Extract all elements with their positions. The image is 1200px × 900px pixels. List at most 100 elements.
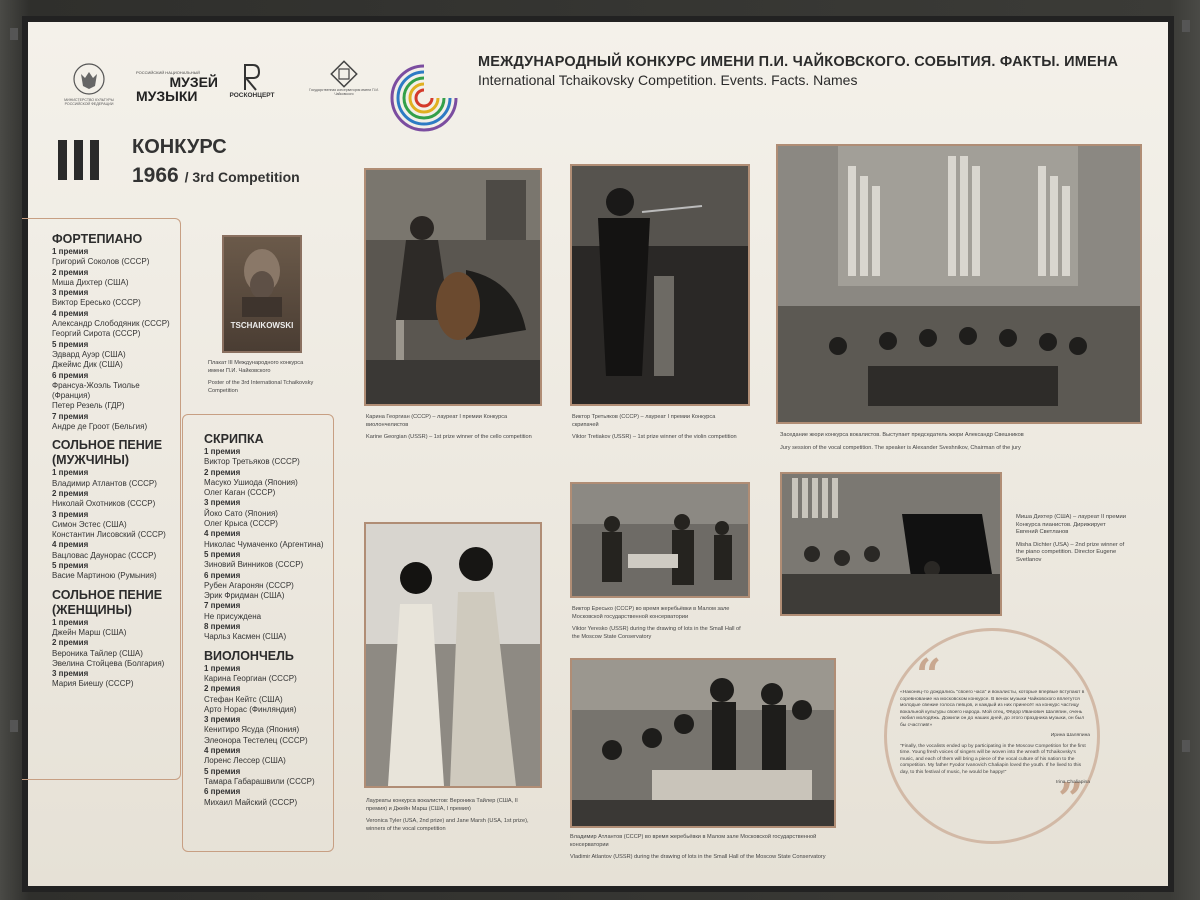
winner-name: Карина Георгиан (СССР) xyxy=(204,673,297,683)
winner-name: Николас Чумаченко (Аргентина) xyxy=(204,539,324,549)
prize-label: 6 премия xyxy=(52,370,89,380)
museum-logo: РОССИЙСКИЙ НАЦИОНАЛЬНЫЙ МУЗЕЙ МУЗЫКИ xyxy=(136,70,218,103)
winner-name: Не присуждена xyxy=(204,611,262,621)
competition-label-en: / 3rd Competition xyxy=(184,169,300,185)
frame-clip xyxy=(10,720,18,732)
winner-name: Григорий Соколов (СССР) xyxy=(52,257,150,267)
prize-label: 1 премия xyxy=(204,447,241,456)
caption-atlantov-ru: Владимир Атлантов (СССР) во время жеребь… xyxy=(570,834,817,848)
quote-ru-author: Ирина Шаляпина xyxy=(1050,733,1090,738)
caption-violinist-ru: Виктор Третьяков (СССР) – лауреат I прем… xyxy=(572,414,716,428)
photo-yeresko xyxy=(570,482,750,598)
prize-label: 1 премия xyxy=(52,617,89,627)
caption-singers-en: Veronica Tyler (USA, 2nd prize) and Jane… xyxy=(366,818,529,832)
frame-clip xyxy=(1182,740,1190,752)
poster-caption-en: Poster of the 3rd International Tchaikov… xyxy=(208,380,314,394)
poster-caption-ru: Плакат III Международного конкурса имени… xyxy=(208,360,304,374)
winner-name: Георгий Сирота (СССР) xyxy=(52,329,141,339)
caption-singers-ru: Лауреаты конкурса вокалистов: Вероника Т… xyxy=(366,798,518,812)
museum-name-2: МУЗЫКИ xyxy=(136,88,198,104)
header-title-en: International Tchaikovsky Competition. E… xyxy=(478,72,858,88)
winner-name: Масуко Ушиода (Япония) xyxy=(204,477,298,487)
winner-name: Олег Каган (СССР) xyxy=(204,488,276,498)
caption-yeresko-en: Viktor Yeresko (USSR) during the drawing… xyxy=(572,626,741,640)
winner-name: Васие Мартиною (Румыния) xyxy=(52,571,157,581)
category-heading: СОЛЬНОЕ ПЕНИЕ (ЖЕНЩИНЫ) xyxy=(52,587,163,617)
winner-name: Виктор Ересько (СССР) xyxy=(52,298,141,308)
quote-ru: «Наконец-то дождались "своего часа" и во… xyxy=(900,690,1085,728)
prize-label: 2 премия xyxy=(204,467,241,477)
prize-label: 7 премия xyxy=(204,601,241,611)
prize-label: 2 премия xyxy=(52,638,89,648)
prize-label: 3 премия xyxy=(52,509,89,519)
prize-label: 4 премия xyxy=(204,529,241,539)
prize-label: 1 премия xyxy=(52,247,89,256)
winner-name: Виктор Третьяков (СССР) xyxy=(204,457,300,467)
winner-name: Эвелина Стойцева (Болгария) xyxy=(52,658,165,668)
ministry-label: МИНИСТЕРСТВО КУЛЬТУРЫ РОССИЙСКОЙ ФЕДЕРАЦ… xyxy=(64,98,114,106)
winners-list-left: ФОРТЕПИАНО 1 премия Григорий Соколов (СССР… xyxy=(52,232,176,690)
winner-name: Симон Эстес (США) xyxy=(52,519,127,529)
eagle-emblem-icon xyxy=(73,63,105,95)
prize-label: 8 премия xyxy=(204,622,241,632)
competition-year: 1966 / 3rd Competition xyxy=(132,164,300,188)
winner-name: Арто Норас (Финляндия) xyxy=(204,704,297,714)
prize-label: 6 премия xyxy=(204,570,241,580)
conservatory-label: Государственная консерватория имени П.И.… xyxy=(309,88,379,96)
caption-singers: Лауреаты конкурса вокалистов: Вероника Т… xyxy=(366,798,540,838)
winner-name: Йоко Сато (Япония) xyxy=(204,508,278,518)
winner-name: Николай Охотников (СССР) xyxy=(52,499,156,509)
prize-label: 3 премия xyxy=(52,669,89,679)
caption-cellist-en: Karine Georgian (USSR) – 1st prize winne… xyxy=(366,434,532,441)
winner-name: Мария Биешу (СССР) xyxy=(52,679,134,689)
winner-name: Александр Слободяник (СССР) xyxy=(52,319,170,329)
winner-name: Тамара Габарашвили (СССР) xyxy=(204,776,315,786)
winner-name: Франсуа-Жоэль Тиолье (Франция) xyxy=(52,380,140,401)
poster-image: TSCHAIKOWSKI xyxy=(222,235,302,353)
year-value: 1966 xyxy=(132,164,179,187)
photo-violinist xyxy=(570,164,750,406)
quote-en: "Finally, the vocalists ended up by part… xyxy=(900,743,1086,775)
caption-dichter-ru: Миша Дихтер (США) – лауреат II премии Ко… xyxy=(1016,514,1126,536)
prize-label: 3 премия xyxy=(52,288,89,298)
rosconcert-r-icon xyxy=(243,64,261,91)
competition-label-ru: КОНКУРС xyxy=(132,136,227,158)
prize-label: 5 премия xyxy=(204,766,241,776)
winner-name: Петер Резель (ГДР) xyxy=(52,401,125,411)
photo-singers xyxy=(364,522,542,788)
prize-label: 3 премия xyxy=(204,715,241,725)
winner-name: Вероника Тайлер (США) xyxy=(52,648,143,658)
winner-name: Андре де Гроот (Бельгия) xyxy=(52,422,148,432)
caption-cellist-ru: Карина Георгиан (СССР) – лауреат I преми… xyxy=(366,414,508,428)
frame-clip xyxy=(1182,20,1190,32)
prize-label: 2 премия xyxy=(52,267,89,277)
prize-label: 5 премия xyxy=(52,339,89,349)
photo-atlantov xyxy=(570,658,836,828)
winner-name: Вацловас Даунорас (СССР) xyxy=(52,550,157,560)
winner-name: Миша Дихтер (США) xyxy=(52,277,129,287)
rosconcert-logo: РОСКОНЦЕРТ xyxy=(224,62,280,99)
winner-name: Олег Крыса (СССР) xyxy=(204,519,278,529)
winner-name: Зиновий Винников (СССР) xyxy=(204,560,304,570)
prize-label: 5 премия xyxy=(204,549,241,559)
prize-label: 1 премия xyxy=(204,663,241,673)
header-title-ru: МЕЖДУНАРОДНЫЙ КОНКУРС ИМЕНИ П.И. ЧАЙКОВС… xyxy=(478,54,1119,70)
conservatory-emblem-icon xyxy=(330,60,358,88)
category-heading: ФОРТЕПИАНО xyxy=(52,232,143,246)
rosconcert-label: РОСКОНЦЕРТ xyxy=(229,92,275,99)
poster-text: TSCHAIKOWSKI xyxy=(230,321,294,330)
ministry-logo: МИНИСТЕРСТВО КУЛЬТУРЫ РОССИЙСКОЙ ФЕДЕРАЦ… xyxy=(54,62,124,106)
tchaikovsky-portrait-icon xyxy=(242,249,282,317)
winner-name: Элеонора Тестелец (СССР) xyxy=(204,735,308,745)
winner-name: Стефан Кейтс (США) xyxy=(204,694,283,704)
caption-dichter: Миша Дихтер (США) – лауреат II премии Ко… xyxy=(1016,514,1126,570)
caption-dichter-en: Misha Dichter (USA) – 2nd prize winner o… xyxy=(1016,541,1125,563)
category-heading: СОЛЬНОЕ ПЕНИЕ (МУЖЧИНЫ) xyxy=(52,438,163,468)
roman-numeral-iii xyxy=(58,140,99,180)
winner-name: Владимир Атлантов (СССР) xyxy=(52,478,157,488)
category-heading: ВИОЛОНЧЕЛЬ xyxy=(204,648,294,663)
caption-cellist: Карина Георгиан (СССР) – лауреат I преми… xyxy=(366,414,536,447)
caption-atlantov: Владимир Атлантов (СССР) во время жеребь… xyxy=(570,834,840,867)
caption-yeresko-ru: Виктор Ересько (СССР) во время жеребьёвк… xyxy=(572,606,730,620)
winner-name: Джейн Марш (США) xyxy=(52,627,127,637)
